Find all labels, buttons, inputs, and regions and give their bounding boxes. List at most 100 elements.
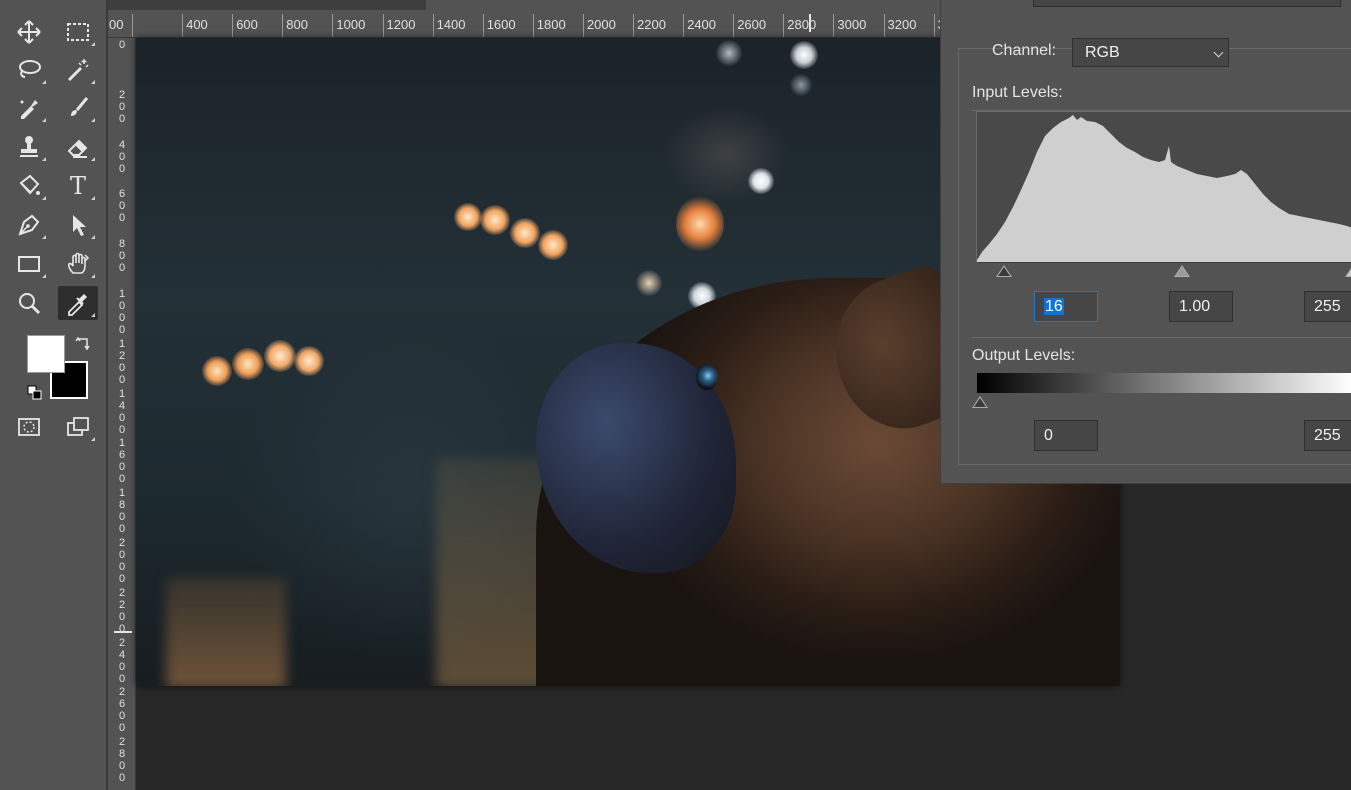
input-black-field[interactable]: 16 bbox=[1034, 291, 1098, 322]
ruler-tick bbox=[382, 14, 384, 37]
ruler-label: 1200 bbox=[386, 17, 416, 32]
input-black-value: 16 bbox=[1044, 298, 1064, 315]
paint-bucket-icon bbox=[19, 174, 40, 195]
hand-icon bbox=[67, 252, 90, 274]
ruler-label: 800 bbox=[286, 17, 308, 32]
bokeh-light bbox=[790, 41, 818, 69]
ruler-tick bbox=[633, 14, 634, 37]
bokeh-light bbox=[232, 348, 264, 380]
ruler-label-vertical: 600 bbox=[118, 188, 126, 225]
bokeh-light bbox=[480, 205, 510, 235]
eyedropper-icon bbox=[68, 294, 87, 316]
eraser-icon bbox=[67, 139, 88, 158]
bokeh-light bbox=[202, 356, 232, 386]
ruler-label-vertical: 1400 bbox=[118, 387, 126, 436]
ruler-label-vertical: 2200 bbox=[118, 586, 126, 635]
eyedropper-tool[interactable] bbox=[58, 286, 98, 320]
street-reflection bbox=[166, 578, 286, 686]
zoom-icon bbox=[19, 293, 41, 315]
type-tool[interactable]: T bbox=[58, 169, 98, 203]
input-black-slider[interactable] bbox=[996, 265, 1012, 277]
tools-panel: T bbox=[0, 0, 108, 790]
marquee-tool[interactable] bbox=[58, 15, 98, 49]
horizontal-ruler[interactable]: 00 400 600 800 1000 1200 1400 1600 1800 2000 2200 2… bbox=[108, 0, 940, 38]
healing-brush-tool[interactable] bbox=[9, 91, 49, 125]
hand-tool[interactable] bbox=[58, 247, 98, 281]
output-black-slider[interactable] bbox=[972, 396, 988, 408]
rectangle-tool[interactable] bbox=[9, 247, 49, 281]
paint-bucket-tool[interactable] bbox=[9, 169, 49, 203]
screen-mode-button[interactable] bbox=[58, 410, 98, 444]
brush-tool[interactable] bbox=[58, 91, 98, 125]
ruler-label: 1000 bbox=[336, 17, 366, 32]
clone-stamp-tool[interactable] bbox=[9, 130, 49, 164]
ruler-label-vertical: 1800 bbox=[118, 487, 126, 536]
bokeh-light bbox=[510, 218, 540, 248]
ruler-tick bbox=[232, 14, 234, 37]
lasso-icon bbox=[19, 60, 41, 78]
divider bbox=[972, 337, 1351, 338]
input-white-slider[interactable] bbox=[1345, 265, 1351, 277]
output-white-field[interactable]: 255 bbox=[1304, 420, 1351, 451]
ruler-tick bbox=[432, 14, 434, 37]
ruler-label-vertical: 2400 bbox=[118, 636, 126, 685]
eraser-tool[interactable] bbox=[58, 130, 98, 164]
ruler-label: 2800 bbox=[787, 17, 817, 32]
channel-select[interactable]: RGB bbox=[1072, 38, 1229, 67]
vertical-ruler[interactable]: 0 200 400 600 800 1000 1200 1400 1600 1800 2000 220… bbox=[108, 38, 136, 790]
pen-icon bbox=[18, 214, 40, 236]
levels-dialog: Channel: RGB Input Levels: 16 1.00 255 O… bbox=[940, 0, 1351, 484]
magic-wand-icon bbox=[67, 59, 89, 82]
input-white-value: 255 bbox=[1314, 298, 1341, 315]
bokeh-light bbox=[454, 203, 482, 231]
preset-field[interactable] bbox=[1033, 0, 1341, 7]
output-white-value: 255 bbox=[1314, 427, 1341, 444]
path-selection-tool[interactable] bbox=[58, 208, 98, 242]
chevron-down-icon bbox=[1213, 47, 1224, 58]
ruler-tick bbox=[683, 14, 685, 37]
ruler-tick bbox=[282, 14, 284, 37]
ruler-tick bbox=[482, 14, 484, 37]
ruler-tick bbox=[132, 14, 133, 37]
ruler-label-vertical: 200 bbox=[118, 88, 126, 125]
output-black-value: 0 bbox=[1044, 427, 1053, 444]
ruler-label-vertical: 800 bbox=[118, 238, 126, 275]
arrow-icon bbox=[73, 215, 86, 236]
ruler-label: 400 bbox=[186, 17, 208, 32]
input-white-field[interactable]: 255 bbox=[1304, 291, 1351, 322]
output-black-field[interactable]: 0 bbox=[1034, 420, 1098, 451]
screen-mode-icon bbox=[67, 417, 89, 436]
ruler-label: 3000 bbox=[837, 17, 867, 32]
foreground-color-swatch[interactable] bbox=[27, 335, 65, 373]
histogram bbox=[976, 111, 1351, 262]
output-gradient-bar bbox=[977, 373, 1351, 393]
ruler-label-vertical: 400 bbox=[118, 138, 126, 175]
ruler-label-vertical: 2000 bbox=[118, 537, 126, 585]
move-tool[interactable] bbox=[9, 15, 49, 49]
move-icon bbox=[17, 20, 41, 44]
input-gamma-field[interactable]: 1.00 bbox=[1169, 291, 1233, 322]
default-colors-icon[interactable] bbox=[27, 385, 43, 401]
zoom-tool[interactable] bbox=[9, 286, 49, 320]
ruler-tick bbox=[182, 14, 184, 37]
bokeh-light bbox=[264, 340, 296, 372]
bokeh-light bbox=[748, 168, 774, 194]
pen-tool[interactable] bbox=[9, 208, 49, 242]
ruler-tick bbox=[733, 14, 735, 37]
input-gamma-value: 1.00 bbox=[1179, 298, 1211, 315]
stamp-icon bbox=[20, 136, 38, 157]
ruler-label: 2000 bbox=[586, 17, 616, 32]
swap-colors-icon[interactable] bbox=[75, 336, 91, 352]
ruler-label-vertical: 0 bbox=[118, 39, 126, 51]
ruler-label: 00 bbox=[109, 17, 124, 32]
ruler-label: 1600 bbox=[486, 17, 516, 32]
bokeh-light bbox=[790, 74, 812, 96]
magic-wand-tool[interactable] bbox=[58, 53, 98, 87]
rectangular-marquee-icon bbox=[67, 23, 89, 41]
input-gamma-slider[interactable] bbox=[1174, 265, 1190, 277]
histogram-graph bbox=[977, 115, 1351, 262]
ruler-label: 2600 bbox=[737, 17, 767, 32]
ruler-label: 2200 bbox=[637, 17, 666, 32]
lasso-tool[interactable] bbox=[9, 53, 49, 87]
quick-mask-button[interactable] bbox=[9, 410, 49, 444]
